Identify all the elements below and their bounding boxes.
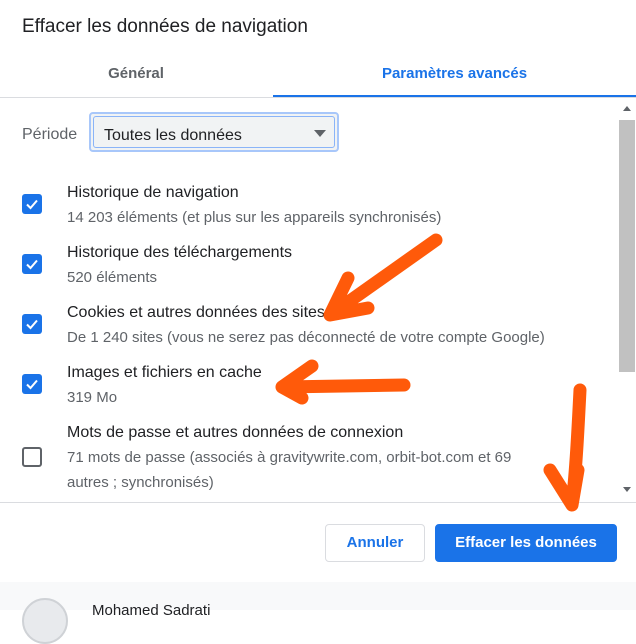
chevron-down-icon: [314, 130, 326, 137]
account-strip: Mohamed Sadrati: [0, 582, 636, 644]
tab-advanced[interactable]: Paramètres avancés: [273, 56, 636, 96]
footer-separator: [0, 502, 636, 503]
item-title: Historique des téléchargements: [67, 244, 293, 261]
period-select-inner: Toutes les données: [93, 116, 335, 148]
checkbox-download-history[interactable]: [22, 254, 42, 274]
item-subtitle: 14 203 éléments (et plus sur les apparei…: [67, 209, 442, 226]
clear-data-button[interactable]: Effacer les données: [435, 524, 617, 562]
checkbox-passwords[interactable]: [22, 447, 42, 467]
item-subtitle: 71 mots de passe (associés à gravitywrit…: [67, 449, 512, 491]
check-icon: [26, 319, 38, 330]
scrollbar[interactable]: [618, 100, 636, 500]
period-select-value: Toutes les données: [104, 127, 242, 144]
tab-bar: Général Paramètres avancés: [0, 56, 636, 98]
item-title: Historique de navigation: [67, 184, 239, 201]
avatar: [22, 598, 68, 644]
period-label: Période: [22, 126, 78, 143]
checkbox-browsing-history[interactable]: [22, 194, 42, 214]
item-title: Mots de passe et autres données de conne…: [67, 424, 404, 441]
scroll-down-icon[interactable]: [623, 487, 631, 492]
tab-separator: [0, 97, 636, 98]
checkbox-cached-images[interactable]: [22, 374, 42, 394]
dialog-title: Effacer les données de navigation: [22, 16, 308, 37]
account-name: Mohamed Sadrati: [92, 602, 211, 619]
tab-general[interactable]: Général: [0, 56, 272, 96]
scroll-up-icon[interactable]: [623, 106, 631, 111]
check-icon: [26, 379, 38, 390]
check-icon: [26, 199, 38, 210]
item-title: Cookies et autres données des sites: [67, 304, 325, 321]
period-select[interactable]: Toutes les données: [89, 112, 339, 152]
scroll-thumb[interactable]: [619, 120, 635, 372]
item-title: Images et fichiers en cache: [67, 364, 262, 381]
cancel-button[interactable]: Annuler: [325, 524, 425, 562]
item-subtitle: De 1 240 sites (vous ne serez pas déconn…: [67, 329, 545, 346]
checkbox-cookies[interactable]: [22, 314, 42, 334]
item-subtitle: 520 éléments: [67, 269, 158, 286]
check-icon: [26, 259, 38, 270]
item-subtitle: 319 Mo: [67, 389, 118, 406]
